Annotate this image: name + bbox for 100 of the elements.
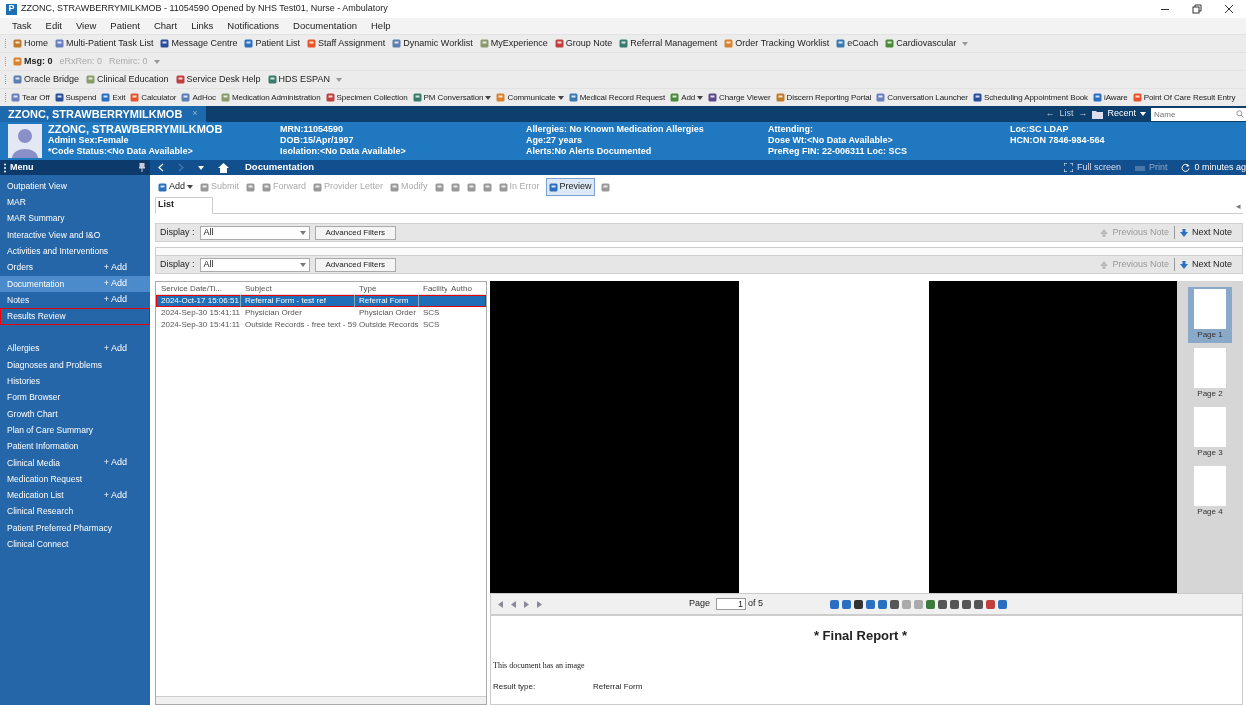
sidebar-item[interactable]: Activities and Interventions: [0, 243, 150, 260]
sidebar-item[interactable]: Medication List + Add: [0, 487, 150, 504]
toolbar-button[interactable]: PM Conversation: [411, 91, 493, 104]
toolbar-button[interactable]: Specimen Collection: [324, 91, 409, 104]
sidebar-item[interactable]: Patient Information: [0, 438, 150, 455]
sidebar-item[interactable]: Growth Chart: [0, 405, 150, 423]
close-icon[interactable]: [1224, 4, 1234, 14]
toolbar-button[interactable]: Preview: [545, 178, 595, 196]
toolbar-button[interactable]: Multi-Patient Task List: [54, 36, 155, 51]
toolbar-button[interactable]: Service Desk Help: [174, 72, 262, 87]
menu-item[interactable]: Notifications: [227, 18, 280, 34]
menu-item[interactable]: View: [75, 18, 97, 34]
toolbar-button[interactable]: Charge Viewer: [707, 91, 772, 104]
column-header[interactable]: Facility: [419, 282, 447, 295]
sidebar-item[interactable]: Clinical Research: [0, 503, 150, 520]
advanced-filters-button[interactable]: Advanced Filters: [314, 257, 397, 272]
toolbar-button[interactable]: Referral Management: [618, 36, 719, 51]
toolbar-button[interactable]: Discern Reporting Portal: [774, 91, 873, 104]
patient-tab[interactable]: ZZONC, STRAWBERRYMILKMOB: [8, 105, 183, 123]
display-dropdown[interactable]: All: [199, 225, 310, 240]
recent-button[interactable]: Recent: [1092, 107, 1146, 121]
sidebar-item[interactable]: Results Review: [0, 308, 150, 325]
toolbar-button[interactable]: Communicate: [495, 91, 565, 104]
menu-item[interactable]: Links: [191, 18, 214, 34]
toolbar-button[interactable]: Medical Record Request: [567, 91, 667, 104]
search-field[interactable]: Name: [1151, 107, 1246, 121]
column-header[interactable]: Service Date/Ti...: [157, 282, 241, 295]
refresh-button[interactable]: 0 minutes ag: [1181, 160, 1246, 175]
menu-item[interactable]: Patient: [110, 18, 140, 34]
add-link[interactable]: + Add: [103, 277, 127, 291]
toolbar-button[interactable]: Conversation Launcher: [875, 91, 969, 104]
menu-item[interactable]: Chart: [153, 18, 178, 34]
menu-item[interactable]: Edit: [45, 18, 62, 34]
sidebar-item[interactable]: Diagnoses and Problems: [0, 356, 150, 374]
toolbar-button[interactable]: Cardiovascular: [884, 36, 958, 51]
toolbar-button[interactable]: Calculator: [129, 91, 178, 104]
menu-item[interactable]: Help: [371, 18, 391, 34]
horizontal-scrollbar[interactable]: [156, 696, 486, 704]
sidebar-item[interactable]: Clinical Connect: [0, 536, 150, 553]
document-row[interactable]: 2024-Oct-17 15:06:51 Referral Form - test ref Referral Form: [156, 295, 486, 307]
toolbar-button[interactable]: Oracle Bridge: [12, 72, 81, 87]
sidebar-item[interactable]: Form Browser: [0, 389, 150, 406]
tab-scroll-arrow[interactable]: ◂: [1236, 199, 1241, 213]
advanced-filters-button[interactable]: Advanced Filters: [314, 225, 397, 240]
sidebar-item[interactable]: Clinical Media + Add: [0, 454, 150, 472]
sidebar-item[interactable]: Orders + Add: [0, 259, 150, 276]
pin-icon[interactable]: [138, 163, 146, 172]
full-screen-button[interactable]: Full screen: [1063, 160, 1121, 175]
toolbar-button[interactable]: Dynamic Worklist: [391, 36, 474, 51]
sidebar-item[interactable]: Outpatient View: [0, 178, 150, 195]
toolbar-button[interactable]: Clinical Education: [85, 72, 170, 87]
back-arrow[interactable]: ←: [1045, 107, 1055, 121]
toolbar-button[interactable]: Scheduling Appointment Book: [971, 91, 1089, 104]
toolbar-button[interactable]: MyExperience: [478, 36, 549, 51]
next-note-button[interactable]: Next Note: [1173, 257, 1232, 272]
sidebar-item[interactable]: Histories: [0, 373, 150, 390]
toolbar-button[interactable]: Point Of Care Result Entry: [1131, 91, 1237, 104]
page-thumbnail[interactable]: Page 1: [1188, 287, 1232, 343]
toolbar-button[interactable]: Staff Assignment: [305, 36, 387, 51]
column-header[interactable]: Type: [355, 282, 419, 295]
add-link[interactable]: + Add: [103, 342, 127, 356]
sidebar-item[interactable]: MAR Summary: [0, 210, 150, 227]
toolbar-button[interactable]: eCoach: [835, 36, 880, 51]
toolbar-button[interactable]: Group Note: [553, 36, 614, 51]
sidebar-item[interactable]: Patient Preferred Pharmacy: [0, 519, 150, 537]
toolbar-button[interactable]: AdHoc: [180, 91, 217, 104]
sidebar-item[interactable]: Medication Request: [0, 471, 150, 488]
back-icon[interactable]: [158, 163, 164, 172]
toolbar-button[interactable]: Msg: 0: [12, 54, 54, 69]
toolbar-button[interactable]: Suspend: [53, 91, 98, 104]
toolbar-button[interactable]: Patient List: [243, 36, 301, 51]
document-row[interactable]: 2024-Sep-30 15:41:11 Physician Order Physician Order SCS: [156, 307, 486, 319]
toolbar-button[interactable]: Order Tracking Worklist: [723, 36, 831, 51]
tab[interactable]: List: [155, 196, 213, 214]
toolbar-button[interactable]: Home: [12, 36, 49, 51]
display-dropdown[interactable]: All: [199, 257, 310, 272]
add-link[interactable]: + Add: [103, 260, 127, 275]
toolbar-button[interactable]: iAware: [1092, 91, 1129, 104]
sidebar-item[interactable]: Plan of Care Summary: [0, 422, 150, 439]
next-note-button[interactable]: Next Note: [1173, 225, 1232, 240]
list-link[interactable]: List: [1059, 107, 1074, 121]
toolbar-button[interactable]: Add: [669, 91, 705, 104]
forward-icon[interactable]: [178, 163, 184, 172]
menu-item[interactable]: Documentation: [293, 18, 357, 34]
toolbar-button[interactable]: Message Centre: [159, 36, 239, 51]
page-field[interactable]: 1: [716, 598, 747, 610]
toolbar-button[interactable]: HDS ESPAN: [266, 72, 331, 87]
forward-arrow[interactable]: →: [1078, 107, 1088, 121]
toolbar-button[interactable]: Tear Off: [10, 91, 51, 104]
menu-item[interactable]: Task: [12, 18, 32, 34]
sidebar-item[interactable]: Documentation + Add: [0, 275, 150, 293]
restore-icon[interactable]: [1192, 4, 1202, 14]
toolbar-button[interactable]: Medication Administration: [219, 91, 322, 104]
sidebar-item[interactable]: Notes + Add: [0, 292, 150, 309]
add-link[interactable]: + Add: [103, 456, 127, 470]
sidebar-item[interactable]: Interactive View and I&O: [0, 226, 150, 244]
toolbar-button[interactable]: Exit: [100, 91, 127, 104]
column-header[interactable]: Subject: [241, 282, 355, 295]
toolbar-button[interactable]: Add: [157, 180, 194, 194]
column-header[interactable]: Autho: [447, 282, 475, 295]
